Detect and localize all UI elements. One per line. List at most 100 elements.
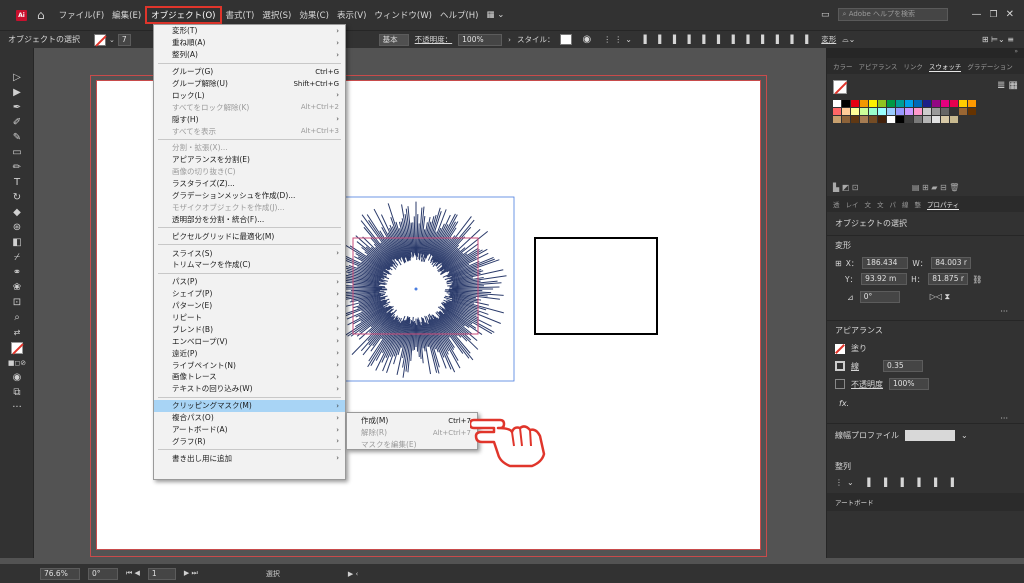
curvature-tool-icon[interactable]: ✐ — [0, 115, 34, 130]
restore-icon[interactable]: ❐ — [990, 10, 998, 20]
swatch[interactable] — [932, 108, 940, 115]
pen-tool-icon[interactable]: ✒ — [0, 100, 34, 115]
isolate-icon[interactable]: ⌓⌄ — [842, 35, 855, 45]
tab-links[interactable]: リンク — [903, 61, 923, 71]
tab-appearance[interactable]: アピアランス — [859, 61, 898, 71]
tab-properties[interactable]: プロパティ — [927, 199, 960, 210]
reference-point-icon[interactable]: ⊞ — [835, 259, 842, 268]
symbol-tool-icon[interactable]: ❀ — [0, 280, 34, 295]
opacity-swatch-icon[interactable] — [835, 379, 845, 389]
stroke-swatch-icon[interactable] — [835, 361, 845, 371]
menu-object[interactable]: オブジェクト(O) — [145, 6, 222, 24]
rectangle-object[interactable] — [534, 237, 658, 335]
menu-item[interactable]: 整列(A) › — [154, 49, 345, 61]
align-icons[interactable]: ⋮⋮⌄ ▐ ▐ ▐ ▐ ▐ ▐ ▐ ▐ ▐ ▐ ▐ ▐ — [603, 35, 811, 44]
fill-stroke-icon[interactable] — [0, 340, 34, 355]
menu-item[interactable]: パス(P) › — [154, 276, 345, 288]
stroke-profile-select[interactable]: 基本 — [378, 33, 409, 46]
menu-item[interactable]: ライブペイント(N) › — [154, 359, 345, 371]
eraser-tool-icon[interactable]: ◆ — [0, 205, 34, 220]
menu-item[interactable]: 隠す(H) › — [154, 113, 345, 125]
menu-item[interactable]: スライス(S) › — [154, 247, 345, 259]
swatch[interactable] — [869, 116, 877, 123]
swatch[interactable] — [950, 108, 958, 115]
swatch[interactable] — [869, 100, 877, 107]
transform-label[interactable]: 変形 — [821, 34, 836, 45]
blend-tool-icon[interactable]: ⚭ — [0, 265, 34, 280]
swatch[interactable] — [905, 108, 913, 115]
menu-item[interactable]: アピアランスを分割(E) — [154, 154, 345, 166]
menu-item[interactable]: グループ解除(U) Shift+Ctrl+G — [154, 78, 345, 90]
fill-none-icon[interactable] — [835, 343, 845, 354]
zoom-field[interactable]: 76.6% — [40, 567, 80, 580]
h-field[interactable]: 81.875 r — [928, 273, 969, 285]
swatch[interactable] — [878, 116, 886, 123]
artboard-number-field[interactable]: 1 — [147, 567, 176, 580]
swatch[interactable] — [932, 116, 940, 123]
swatch[interactable] — [833, 108, 841, 115]
recolor-icon[interactable]: ◉ — [582, 34, 591, 45]
artboard-tool-icon[interactable]: ⊡ — [0, 295, 34, 310]
selection-tool-icon[interactable]: ▷ — [0, 70, 34, 85]
swatch[interactable] — [887, 108, 895, 115]
swatch[interactable] — [923, 100, 931, 107]
menu-item[interactable]: ブレンド(B) › — [154, 323, 345, 335]
rotation-field[interactable]: 0° — [88, 567, 118, 580]
tab-swatches[interactable]: スウォッチ — [928, 61, 962, 72]
menu-window[interactable]: ウィンドウ(W) — [370, 9, 436, 21]
tab-gradient[interactable]: グラデーション — [967, 61, 1012, 71]
menu-item[interactable]: エンベロープ(V) › — [154, 335, 345, 347]
swatch[interactable] — [914, 116, 922, 123]
panel-options-icon[interactable]: ⊞ ⊨⌄ ≡ — [982, 35, 1014, 44]
menu-item[interactable]: シェイプ(P) › — [154, 288, 345, 300]
swatch[interactable] — [950, 100, 958, 107]
swatch[interactable] — [851, 116, 859, 123]
panel-collapse-icon[interactable]: » — [827, 48, 1024, 58]
minimize-icon[interactable]: — — [972, 9, 982, 20]
menu-view[interactable]: 表示(V) — [333, 9, 370, 21]
swatch[interactable] — [833, 100, 841, 107]
swatch[interactable] — [959, 100, 967, 107]
pencil-tool-icon[interactable]: ✏ — [0, 160, 34, 175]
more-tools-icon[interactable]: ··· — [0, 400, 34, 415]
swatch[interactable] — [950, 116, 958, 123]
swatch[interactable] — [923, 108, 931, 115]
menu-item[interactable]: トリムマークを作成(C) — [154, 259, 345, 271]
swatch[interactable] — [851, 108, 859, 115]
swatch[interactable] — [896, 100, 904, 107]
swatch[interactable] — [959, 108, 967, 115]
constrain-proportions-icon[interactable]: ⛓ — [972, 275, 982, 284]
flip-icons[interactable]: ▷◁ ⧗ — [930, 292, 950, 302]
swatch[interactable] — [878, 108, 886, 115]
swatch[interactable] — [914, 100, 922, 107]
x-field[interactable]: 186.434 — [862, 257, 909, 269]
menu-item[interactable]: パターン(E) › — [154, 300, 345, 312]
brush-profile-select[interactable] — [905, 430, 955, 441]
swatch[interactable] — [968, 100, 976, 107]
fx-button[interactable]: fx. — [827, 393, 1024, 414]
rotate-tool-icon[interactable]: ↻ — [0, 190, 34, 205]
submenu-item[interactable]: 作成(M) Ctrl+7 — [347, 415, 477, 427]
appearance-more-icon[interactable]: ··· — [827, 414, 1024, 423]
swatch[interactable] — [905, 116, 913, 123]
tab-align[interactable]: 整 — [915, 199, 922, 209]
swatch[interactable] — [923, 116, 931, 123]
home-icon[interactable]: ⌂ — [37, 8, 45, 22]
swatch-actions-icons[interactable]: ▙ ◩ ⊡ ▤ ⊞ ▰ ⊟ 🗑 — [827, 181, 1024, 194]
tab-transparency[interactable]: 透 — [833, 199, 840, 209]
swatch[interactable] — [968, 108, 976, 115]
artboard-next-icons[interactable]: ▶ ⏭ — [184, 569, 198, 578]
fill-stroke-swatch-icon[interactable] — [833, 80, 848, 95]
chevron-down-icon[interactable]: ⌄ — [961, 431, 968, 440]
menu-item[interactable]: 書き出し用に追加 › — [154, 452, 345, 464]
swatch[interactable] — [842, 116, 850, 123]
rectangle-tool-icon[interactable]: ▭ — [0, 145, 34, 160]
menu-select[interactable]: 選択(S) — [258, 9, 295, 21]
menu-item[interactable]: 複合パス(O) › — [154, 412, 345, 424]
color-mode-icon[interactable]: ■◻⊘ — [0, 355, 34, 370]
stroke-weight-input[interactable]: 0.35 — [883, 360, 923, 372]
help-search-input[interactable]: ⌕ Adobe ヘルプを検索 — [837, 8, 948, 21]
w-field[interactable]: 84.003 r — [931, 257, 972, 269]
type-tool-icon[interactable]: T — [0, 175, 34, 190]
menu-file[interactable]: ファイル(F) — [55, 9, 109, 21]
